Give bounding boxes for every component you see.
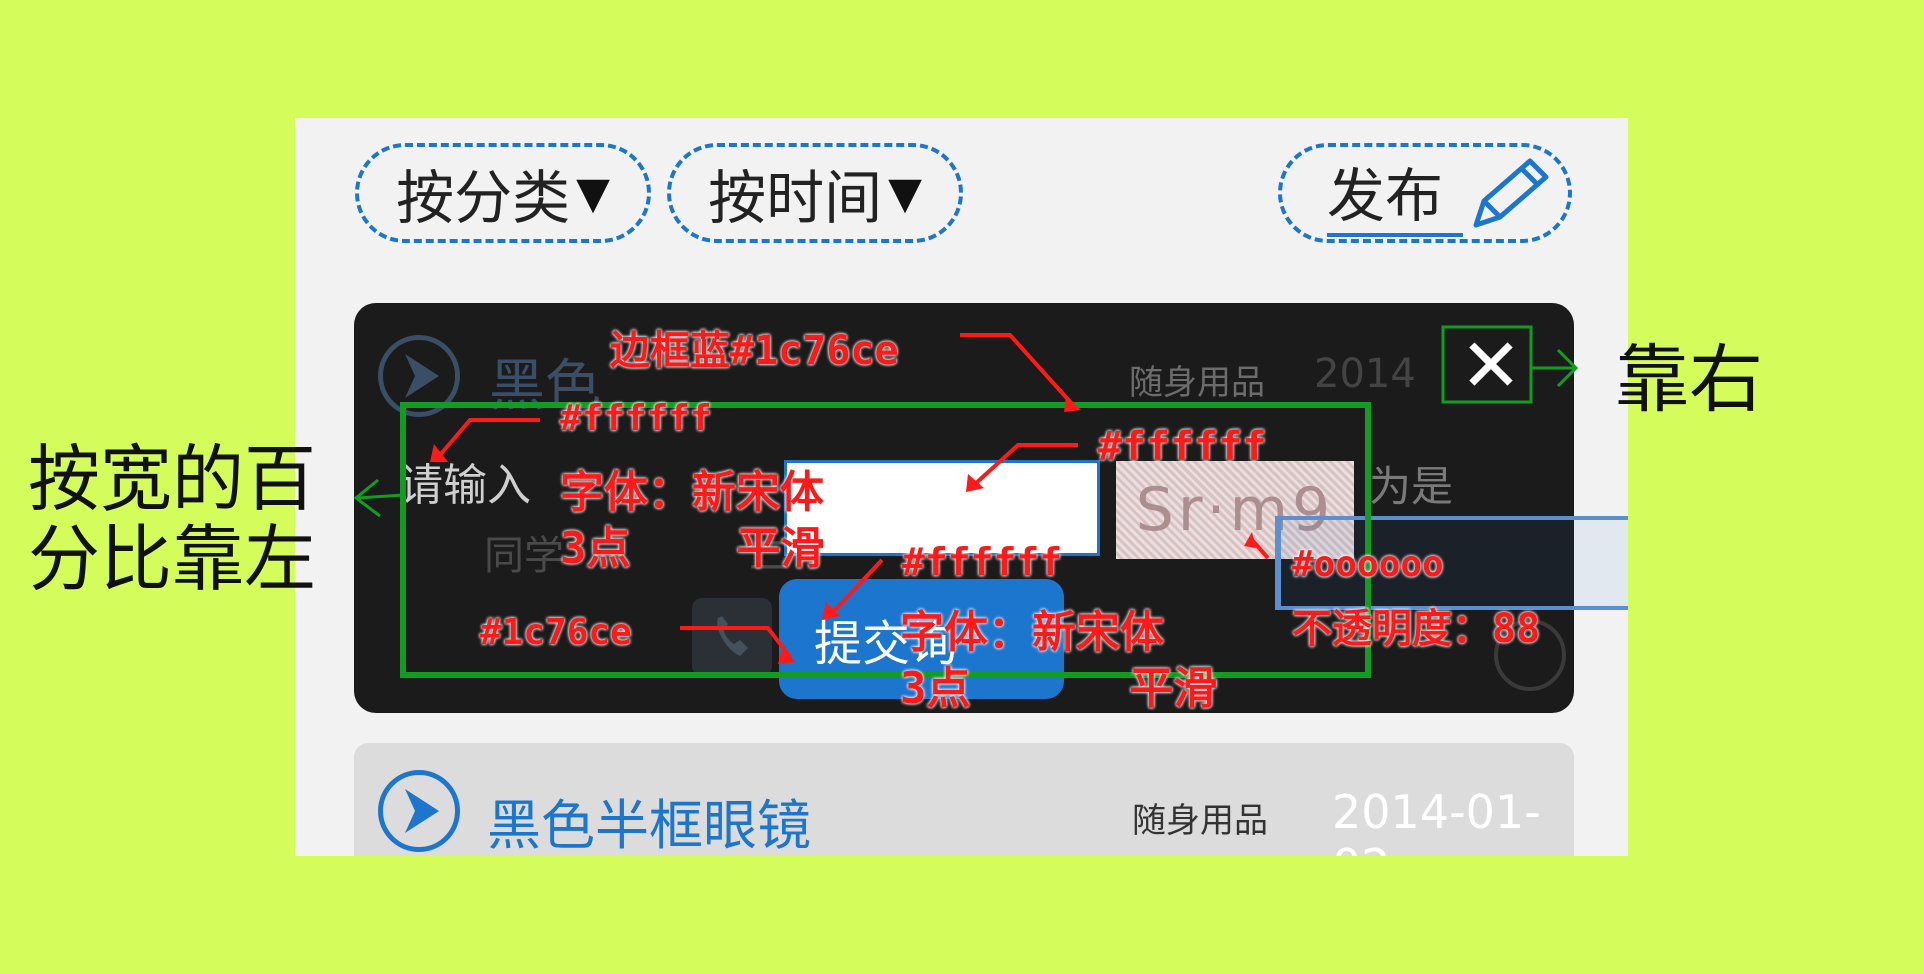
annotation-align-left-2: 分比靠左 (28, 517, 317, 601)
annotation-white-2: #ffffff (1098, 424, 1267, 470)
leader-line-blue2 (680, 626, 792, 659)
annotation-font-2b: 3点 平滑 (900, 663, 1218, 714)
annotation-border-blue: 边框蓝#1c76ce (610, 328, 899, 374)
annotation-align-right: 靠右 (1615, 337, 1763, 423)
left-arrow-line (357, 493, 404, 500)
leader-line-border-blue (960, 333, 1075, 407)
leader-line-white2 (973, 443, 1078, 486)
leader-line-white1 (438, 418, 540, 457)
annotation-font-2a: 字体：新宋体 (900, 607, 1164, 658)
annotation-blue-2: #1c76ce (480, 612, 632, 653)
leader-line-white3 (830, 558, 884, 615)
annotation-white-1: #ffffff (560, 398, 712, 439)
annotation-opacity: 不透明度：88 (1292, 606, 1541, 652)
align-right-frame (1441, 325, 1533, 404)
annotation-black: #oooooo (1292, 544, 1444, 585)
annotation-font-1b: 3点 平滑 (560, 523, 825, 574)
annotation-font-1a: 字体：新宋体 (560, 467, 824, 518)
annotation-white-3: #ffffff (902, 540, 1063, 584)
